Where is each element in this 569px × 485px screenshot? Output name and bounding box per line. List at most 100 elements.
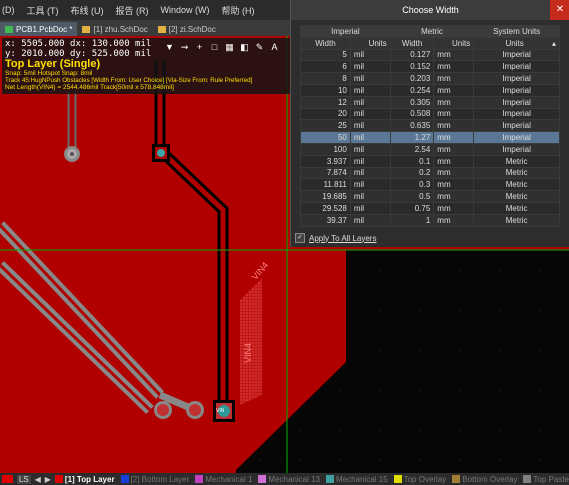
group-header-metric: Metric — [389, 25, 475, 38]
metric-width-cell: 1.27 — [389, 131, 435, 144]
menu-item-d[interactable]: (D) — [2, 5, 15, 15]
imperial-units-cell: mil — [349, 72, 391, 85]
width-row[interactable]: 100 mil 2.54 mm Imperial — [300, 142, 560, 156]
paint-icon[interactable]: ✎ — [255, 42, 264, 52]
layer-tab-label: Bottom Overlay — [462, 474, 518, 484]
metric-units-cell: mm — [433, 83, 475, 97]
imperial-units-cell: mil — [349, 213, 391, 227]
imperial-units-cell: mil — [349, 60, 391, 74]
width-row[interactable]: 5 mil 0.127 mm Imperial — [300, 48, 560, 62]
width-row[interactable]: 50 mil 1.27 mm Imperial — [300, 131, 560, 144]
select-rect-icon[interactable]: □ — [210, 42, 219, 52]
metric-units-cell: mm — [433, 190, 475, 203]
ls-button[interactable]: LS — [16, 474, 31, 484]
metric-width-cell: 0.75 — [389, 201, 435, 215]
width-row[interactable]: 29.528 mil 0.75 mm Metric — [300, 201, 560, 215]
width-row[interactable]: 39.37 mil 1 mm Metric — [300, 213, 560, 227]
layer-tab[interactable]: [1] Top Layer — [54, 474, 115, 484]
layer-tab-label: Mechanical 15 — [336, 474, 388, 484]
layer-tab[interactable]: Mechanical 15 — [326, 475, 388, 484]
tab-pcb1[interactable]: PCB1.PcbDoc * — [0, 22, 78, 36]
width-row[interactable]: 8 mil 0.203 mm Imperial — [300, 72, 560, 85]
layer-tab[interactable]: Top Paste — [523, 475, 569, 484]
imperial-width-cell: 6 — [300, 60, 351, 74]
hud-track: Track 45:HugNPush Obstacles [Width From:… — [5, 77, 253, 84]
tab-label: PCB1.PcbDoc * — [16, 24, 73, 34]
layer-tab-label: [1] Top Layer — [64, 474, 115, 484]
col-imperial-units[interactable]: Units — [349, 36, 391, 50]
layer-tab[interactable]: Mechanical 1 — [195, 475, 252, 484]
system-units-cell: Metric — [473, 201, 560, 215]
hud-x-coord: x: 5505.000 dx: 130.000 mil — [5, 39, 152, 49]
layer-tab-label: Mechanical 13 — [268, 474, 320, 484]
metric-width-cell: 0.2 — [389, 166, 435, 180]
metric-units-cell: mm — [433, 178, 475, 192]
layer-color-swatch — [258, 475, 267, 483]
scroll-left-icon[interactable]: ◀ — [35, 475, 41, 484]
apply-label: Apply To All Layers — [309, 233, 377, 243]
metric-width-cell: 0.305 — [389, 95, 435, 109]
system-units-cell: Imperial — [473, 119, 560, 133]
tab-zhu[interactable]: [1] zhu.SchDoc — [77, 22, 152, 36]
metric-width-cell: 1 — [389, 213, 435, 227]
layer-color-swatch — [195, 475, 204, 483]
apply-to-all-layers[interactable]: ✓ Apply To All Layers — [295, 233, 376, 243]
apply-checkbox[interactable]: ✓ — [295, 233, 305, 243]
imperial-units-cell: mil — [349, 201, 391, 215]
col-metric-units[interactable]: Units — [433, 36, 475, 50]
dialog-title: Choose Width — [291, 0, 569, 20]
width-row[interactable]: 19.685 mil 0.5 mm Metric — [300, 190, 560, 203]
width-row[interactable]: 20 mil 0.508 mm Imperial — [300, 107, 560, 121]
imperial-units-cell: mil — [349, 178, 391, 192]
width-row[interactable]: 3.937 mil 0.1 mm Metric — [300, 154, 560, 168]
width-row[interactable]: 25 mil 0.635 mm Imperial — [300, 119, 560, 133]
route-icon[interactable]: ⇝ — [180, 42, 189, 52]
metric-units-cell: mm — [433, 60, 475, 74]
plus-icon[interactable]: + — [195, 42, 204, 52]
col-system-units[interactable]: Units ▴ — [473, 36, 560, 50]
imperial-width-cell: 39.37 — [300, 213, 351, 227]
metric-units-cell: mm — [433, 201, 475, 215]
filter-icon[interactable]: ▼ — [165, 42, 174, 52]
col-imperial-width[interactable]: Width — [300, 36, 351, 50]
scroll-right-icon[interactable]: ▶ — [45, 475, 51, 484]
layer-tab[interactable]: Bottom Overlay — [452, 475, 517, 484]
menu-item-window[interactable]: Window (W) — [161, 5, 210, 15]
metric-units-cell: mm — [433, 166, 475, 180]
metric-width-cell: 0.1 — [389, 154, 435, 168]
metric-units-cell: mm — [433, 213, 475, 227]
width-row[interactable]: 10 mil 0.254 mm Imperial — [300, 83, 560, 97]
close-icon[interactable]: ✕ — [550, 0, 569, 20]
tab-label: [1] zhu.SchDoc — [93, 24, 148, 34]
component-icon[interactable]: ◧ — [240, 42, 249, 52]
width-row[interactable]: 12 mil 0.305 mm Imperial — [300, 95, 560, 109]
col-metric-width[interactable]: Width — [389, 36, 435, 50]
imperial-width-cell: 3.937 — [300, 154, 351, 168]
menu-item-tools[interactable]: 工具 (T) — [27, 4, 59, 17]
layer-tab[interactable]: Top Overlay — [393, 474, 447, 484]
menu-item-route[interactable]: 布线 (U) — [71, 4, 104, 17]
imperial-width-cell: 100 — [300, 142, 351, 156]
menu-item-help[interactable]: 帮助 (H) — [222, 4, 255, 17]
width-row[interactable]: 7.874 mil 0.2 mm Metric — [300, 166, 560, 180]
imperial-units-cell: mil — [349, 83, 391, 97]
text-icon[interactable]: A — [270, 42, 279, 52]
menu-item-reports[interactable]: 报告 (R) — [116, 4, 149, 17]
metric-units-cell: mm — [433, 107, 475, 121]
system-units-cell: Metric — [473, 213, 560, 227]
layer-tab-label: Top Overlay — [403, 474, 447, 484]
width-row[interactable]: 6 mil 0.152 mm Imperial — [300, 60, 560, 74]
group-header-imperial: Imperial — [300, 25, 391, 38]
group-header-system: System Units — [473, 25, 560, 38]
current-layer-swatch[interactable] — [2, 475, 13, 483]
layer-tab[interactable]: [2] Bottom Layer — [120, 475, 189, 484]
layer-tab[interactable]: Mechanical 13 — [258, 475, 320, 484]
tab-zi[interactable]: [2] zi.SchDoc — [153, 22, 221, 36]
width-row[interactable]: 11.811 mil 0.3 mm Metric — [300, 178, 560, 192]
metric-width-cell: 0.254 — [389, 83, 435, 97]
metric-width-cell: 0.203 — [389, 72, 435, 85]
imperial-width-cell: 19.685 — [300, 190, 351, 203]
system-units-cell: Imperial — [473, 72, 560, 85]
align-icon[interactable]: ▦ — [225, 42, 234, 52]
imperial-units-cell: mil — [349, 142, 391, 156]
